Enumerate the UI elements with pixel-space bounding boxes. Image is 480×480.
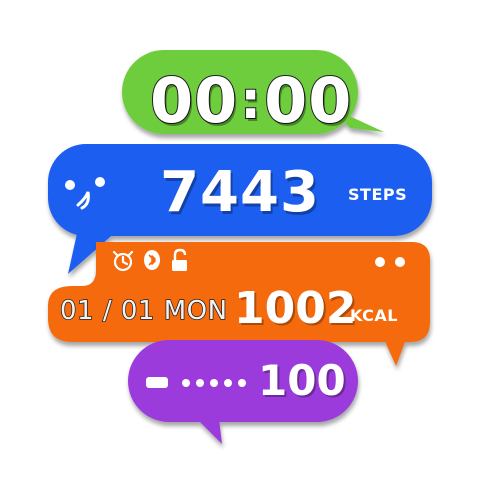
time-display: 00:00 xyxy=(149,63,353,138)
time-hours: 00 xyxy=(149,63,239,138)
steps-label: STEPS xyxy=(348,185,408,204)
battery-value: 100 xyxy=(258,356,346,405)
date-display: 01 / 01 MON xyxy=(59,295,228,327)
time-minutes: 00 xyxy=(263,63,353,138)
calories-value: 1002 xyxy=(234,283,357,334)
steps-value: 7443 xyxy=(160,160,320,225)
calories-label: KCAL xyxy=(350,306,398,325)
bluetooth-icon xyxy=(144,250,160,270)
battery-icon xyxy=(146,377,168,388)
watch-face: 00:00 7443 STEPS 01 / 01 MON 1002 KCAL 1… xyxy=(0,0,480,480)
time-separator: : xyxy=(239,70,263,132)
